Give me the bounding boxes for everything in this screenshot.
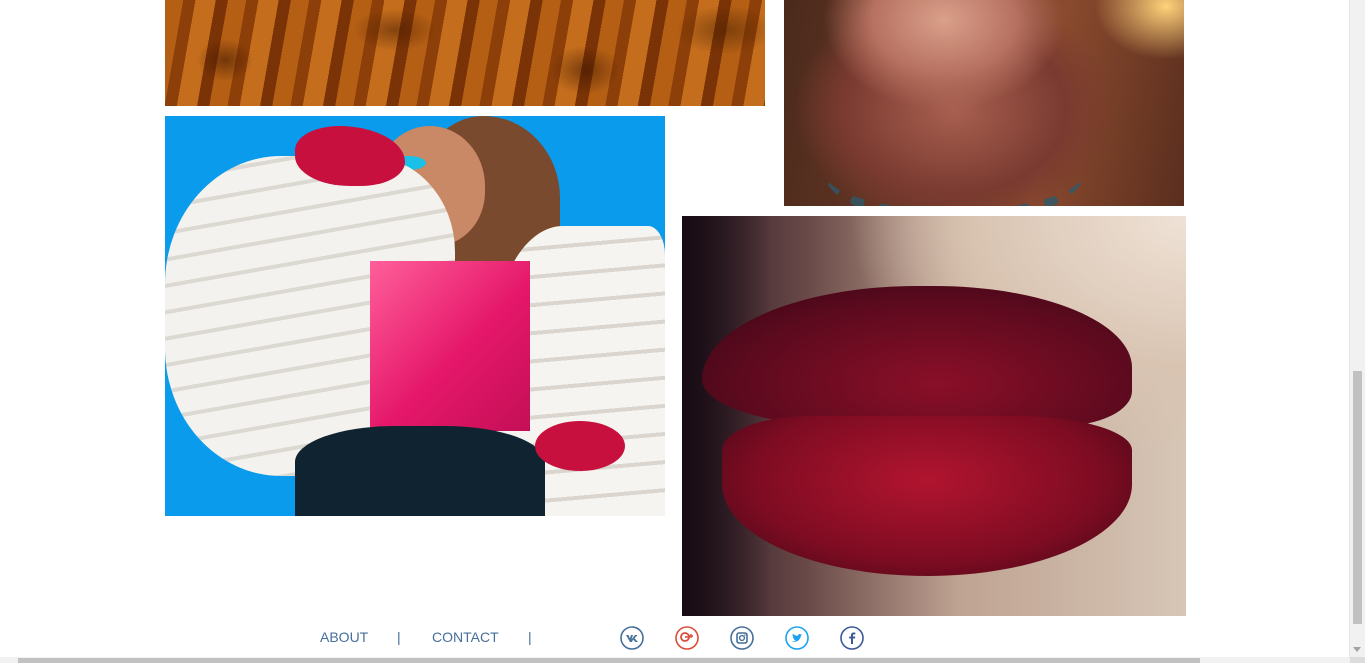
dark-skirt [295,426,545,516]
scroll-down-arrow[interactable] [1353,647,1361,652]
lower-lip [722,416,1132,576]
twitter-icon[interactable] [785,626,809,650]
necklace-beads [824,120,1084,206]
red-glove-hip [535,421,625,471]
scrollbar-corner [1350,657,1365,663]
red-lips-photo [682,216,1186,616]
necklace-photo [784,0,1184,206]
google-plus-icon[interactable] [675,626,699,650]
light-glow [1094,0,1184,60]
vertical-scroll-thumb[interactable] [1353,371,1362,624]
footer-separator: | [528,629,532,645]
horizontal-scroll-thumb[interactable] [18,658,1200,663]
about-link[interactable]: ABOUT [320,629,368,645]
instagram-icon[interactable] [730,626,754,650]
contact-link[interactable]: CONTACT [432,629,499,645]
red-glove-raised [295,126,405,186]
fur-coat-photo [165,0,765,106]
pink-top [370,261,530,431]
fashion-model-photo [165,116,665,516]
vertical-scrollbar[interactable] [1349,0,1365,657]
horizontal-scrollbar[interactable] [0,657,1350,663]
footer-separator: | [397,629,401,645]
facebook-icon[interactable] [840,626,864,650]
vk-icon[interactable] [620,626,644,650]
